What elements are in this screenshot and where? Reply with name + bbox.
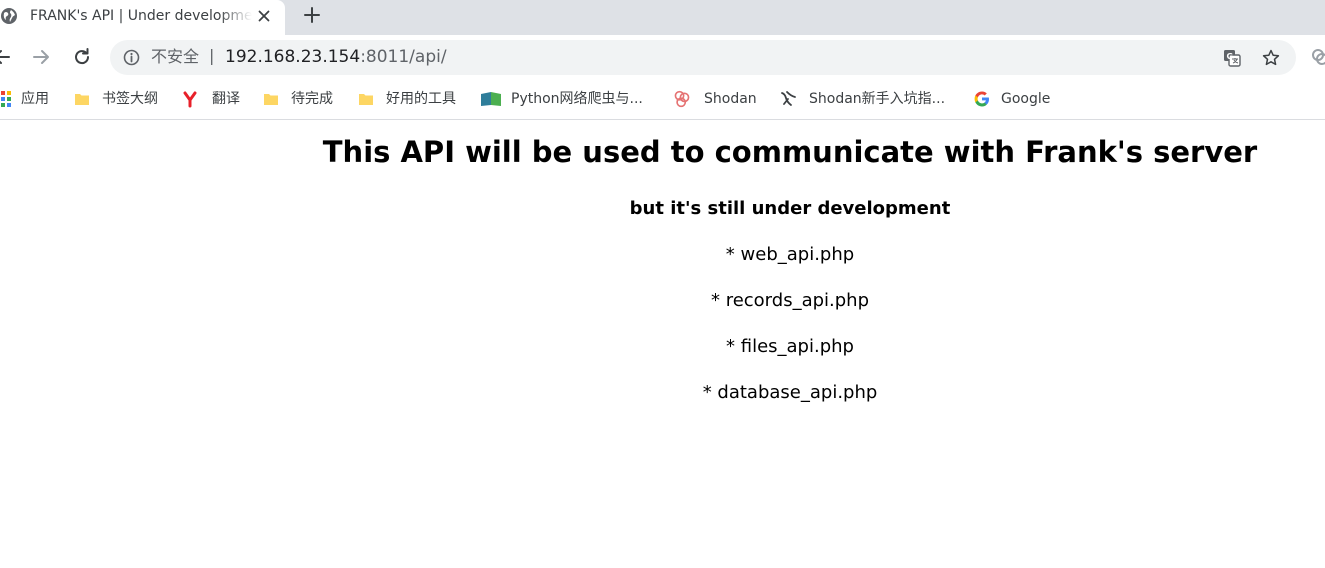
url-path: :8011/api/	[360, 47, 447, 67]
folder-icon	[75, 94, 89, 105]
bookmark-python-crawler[interactable]: Python网络爬虫与...	[480, 88, 655, 110]
tab-strip: FRANK's API | Under development	[0, 0, 1325, 35]
bookmark-google[interactable]: Google	[973, 88, 1063, 110]
back-arrow-icon[interactable]	[0, 47, 12, 67]
reload-icon[interactable]	[72, 47, 92, 67]
url-text[interactable]: 192.168.23.154:8011/api/	[225, 47, 447, 67]
globe-icon	[1, 8, 17, 24]
url-host: 192.168.23.154	[225, 47, 361, 67]
new-tab-plus-icon[interactable]	[302, 5, 322, 25]
shodan-icon	[674, 90, 690, 108]
bookmark-folder-tools[interactable]: 好用的工具	[357, 88, 465, 110]
api-list-item: * files_api.php	[726, 336, 854, 357]
bookmark-label: 翻译	[212, 91, 240, 107]
browser-toolbar: 不安全 | 192.168.23.154:8011/api/ G	[0, 35, 1325, 80]
google-icon	[974, 91, 989, 107]
shodan-guide-icon	[781, 91, 796, 106]
url-separator: |	[209, 46, 215, 65]
api-list-item: * database_api.php	[702, 382, 878, 403]
bookmark-label: Google	[1001, 91, 1051, 107]
bookmark-label: 书签大纲	[102, 91, 158, 107]
bookmark-label: Shodan新手入坑指...	[809, 91, 946, 107]
youdao-icon	[183, 91, 197, 108]
svg-text:G: G	[1227, 52, 1234, 61]
bookmark-label: 好用的工具	[386, 91, 456, 107]
active-tab[interactable]: FRANK's API | Under development	[0, 0, 285, 35]
folder-icon	[264, 94, 278, 105]
bookmark-label: Shodan	[704, 91, 757, 107]
bookmark-folder-todo[interactable]: 待完成	[262, 88, 340, 110]
bookmarks-bar: 应用 书签大纲 翻译 待完成 好用的工具 Python网络爬虫与... Shod…	[0, 80, 1325, 120]
tab-title: FRANK's API | Under development	[30, 8, 252, 24]
security-label[interactable]: 不安全	[151, 47, 199, 67]
bookmark-label: Python网络爬虫与...	[511, 91, 643, 107]
address-bar[interactable]: 不安全 | 192.168.23.154:8011/api/ G	[110, 40, 1296, 75]
close-icon[interactable]	[256, 8, 272, 24]
bookmark-shodan[interactable]: Shodan	[673, 88, 763, 110]
translate-icon[interactable]: G	[1222, 48, 1242, 68]
info-icon[interactable]	[123, 49, 140, 66]
bookmark-folder-outline[interactable]: 书签大纲	[73, 88, 165, 110]
apps-grid-icon	[1, 91, 11, 107]
bookmark-translate[interactable]: 翻译	[182, 88, 244, 110]
bookmark-label: 应用	[21, 91, 49, 107]
api-list-item: * web_api.php	[725, 244, 855, 265]
book-icon	[481, 92, 501, 106]
bookmark-apps[interactable]: 应用	[0, 88, 54, 110]
extension-icon[interactable]	[1310, 47, 1325, 67]
bookmark-star-icon[interactable]	[1261, 48, 1281, 68]
folder-icon	[359, 94, 373, 105]
api-list-item: * records_api.php	[710, 290, 870, 311]
bookmark-shodan-guide[interactable]: Shodan新手入坑指...	[779, 88, 957, 110]
page-subtitle: but it's still under development	[629, 198, 951, 219]
bookmark-label: 待完成	[291, 91, 333, 107]
page-content: This API will be used to communicate wit…	[0, 121, 1325, 568]
page-title: This API will be used to communicate wit…	[322, 135, 1258, 169]
forward-arrow-icon[interactable]	[31, 47, 51, 67]
